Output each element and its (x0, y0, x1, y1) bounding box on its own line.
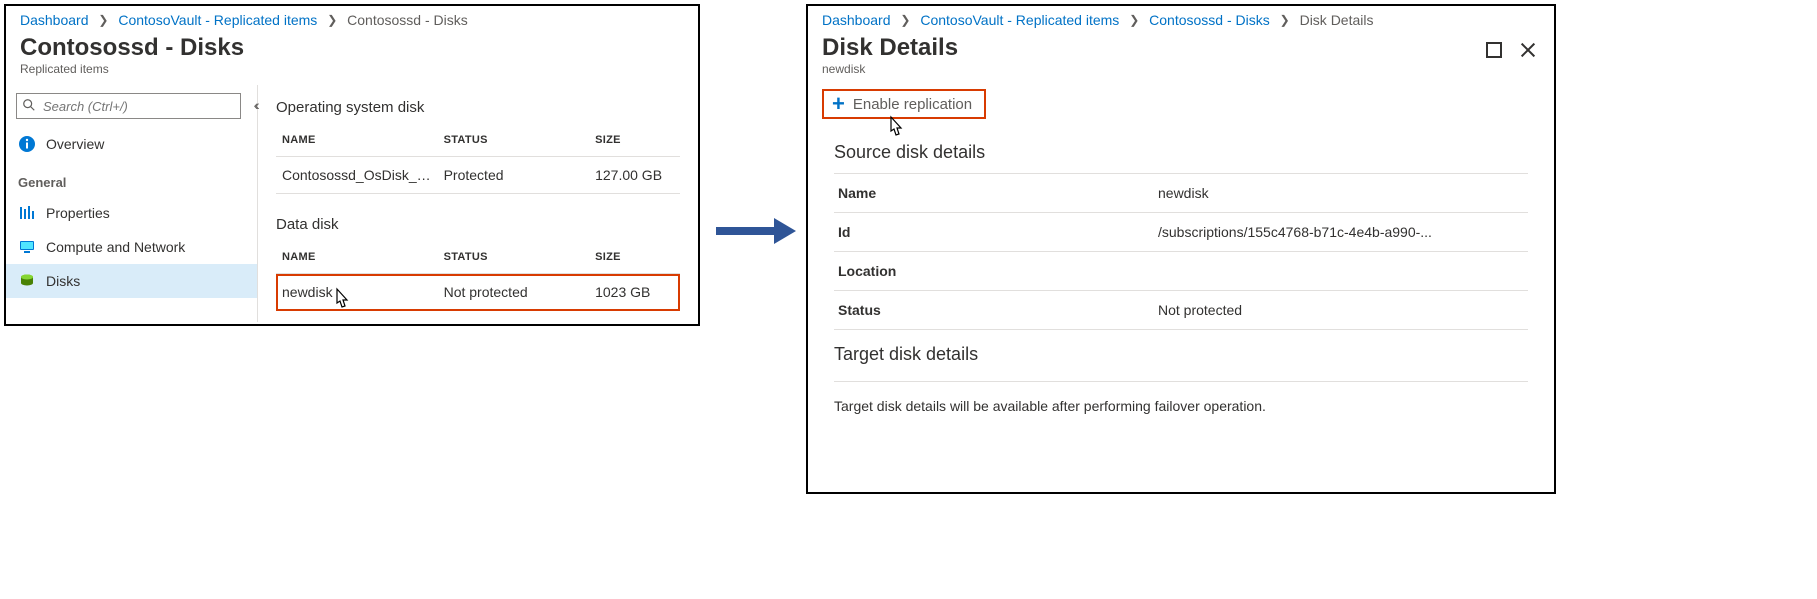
disk-status-cell: Not protected (438, 274, 590, 311)
disk-size-cell: 1023 GB (589, 274, 680, 311)
page-subtitle: newdisk (822, 62, 958, 76)
chevron-right-icon: ❯ (1129, 13, 1139, 27)
disk-status-cell: Protected (438, 157, 590, 194)
page-title: Disk Details (822, 34, 958, 62)
chevron-right-icon: ❯ (327, 13, 337, 27)
chevron-right-icon: ❯ (98, 13, 108, 27)
sidebar-item-overview[interactable]: Overview (6, 127, 257, 161)
chevron-right-icon: ❯ (1280, 13, 1290, 27)
sidebar-item-compute-network[interactable]: Compute and Network (6, 230, 257, 264)
page-subtitle: Replicated items (20, 62, 244, 76)
target-note: Target disk details will be available af… (834, 381, 1528, 414)
crumb-dashboard[interactable]: Dashboard (822, 12, 891, 28)
sidebar-item-properties[interactable]: Properties (6, 196, 257, 230)
crumb-current: Disk Details (1300, 12, 1374, 28)
column-name[interactable]: NAME (276, 241, 438, 274)
id-label: Id (838, 224, 1158, 240)
column-size[interactable]: SIZE (589, 241, 680, 274)
sidebar-section-general: General (6, 161, 257, 196)
page-title: Contosossd - Disks (20, 34, 244, 62)
compute-icon (18, 238, 36, 256)
sidebar-item-label: Compute and Network (46, 239, 185, 255)
disk-name-cell: newdisk (276, 274, 438, 311)
disks-blade: Dashboard ❯ ContosoVault - Replicated it… (4, 4, 700, 326)
column-status[interactable]: STATUS (438, 124, 590, 157)
disk-details-blade: Dashboard ❯ ContosoVault - Replicated it… (806, 4, 1556, 494)
row-name: Name newdisk (834, 173, 1528, 212)
sidebar-item-label: Disks (46, 273, 80, 289)
sidebar-item-label: Properties (46, 205, 110, 221)
column-status[interactable]: STATUS (438, 241, 590, 274)
table-row[interactable]: Contosossd_OsDisk_1_e... Protected 127.0… (276, 157, 680, 194)
source-disk-details-header: Source disk details (834, 142, 1528, 163)
sidebar: ‹‹ Overview General Properties Compute a… (6, 85, 258, 322)
properties-icon (18, 204, 36, 222)
table-row-newdisk[interactable]: newdisk Not protected 1023 GB (276, 274, 680, 311)
sidebar-search-input[interactable] (16, 93, 241, 119)
enable-replication-label: Enable replication (853, 96, 972, 113)
sidebar-item-label: Overview (46, 136, 104, 152)
search-icon (22, 98, 36, 112)
location-value (1158, 263, 1524, 279)
data-disk-table: NAME STATUS SIZE newdisk Not protected 1… (276, 241, 680, 311)
chevron-right-icon: ❯ (900, 13, 910, 27)
column-name[interactable]: NAME (276, 124, 438, 157)
status-label: Status (838, 302, 1158, 318)
row-location: Location (834, 251, 1528, 290)
os-disk-header: Operating system disk (276, 99, 680, 116)
crumb-current: Contosossd - Disks (347, 12, 468, 28)
breadcrumb: Dashboard ❯ ContosoVault - Replicated it… (808, 6, 1554, 32)
crumb-vault[interactable]: ContosoVault - Replicated items (118, 12, 317, 28)
id-value: /subscriptions/155c4768-b71c-4e4b-a990-.… (1158, 224, 1524, 240)
os-disk-table: NAME STATUS SIZE Contosossd_OsDisk_1_e..… (276, 124, 680, 194)
crumb-dashboard[interactable]: Dashboard (20, 12, 89, 28)
sidebar-item-disks[interactable]: Disks (6, 264, 257, 298)
info-icon (18, 135, 36, 153)
disks-icon (18, 272, 36, 290)
crumb-vault[interactable]: ContosoVault - Replicated items (920, 12, 1119, 28)
status-value: Not protected (1158, 302, 1524, 318)
row-id: Id /subscriptions/155c4768-b71c-4e4b-a99… (834, 212, 1528, 251)
disk-size-cell: 127.00 GB (589, 157, 680, 194)
name-label: Name (838, 185, 1158, 201)
flow-arrow-icon (716, 218, 800, 244)
plus-icon: + (832, 95, 845, 113)
row-status: Status Not protected (834, 290, 1528, 330)
column-size[interactable]: SIZE (589, 124, 680, 157)
name-value: newdisk (1158, 185, 1524, 201)
crumb-disks[interactable]: Contosossd - Disks (1149, 12, 1270, 28)
disks-main-content: Operating system disk NAME STATUS SIZE C… (258, 85, 698, 322)
disk-name-cell: Contosossd_OsDisk_1_e... (276, 157, 438, 194)
target-disk-details-header: Target disk details (834, 344, 1528, 365)
enable-replication-button[interactable]: + Enable replication (822, 89, 986, 119)
breadcrumb: Dashboard ❯ ContosoVault - Replicated it… (6, 6, 698, 32)
data-disk-header: Data disk (276, 216, 680, 233)
close-button[interactable] (1520, 42, 1536, 58)
location-label: Location (838, 263, 1158, 279)
maximize-button[interactable] (1486, 42, 1502, 58)
